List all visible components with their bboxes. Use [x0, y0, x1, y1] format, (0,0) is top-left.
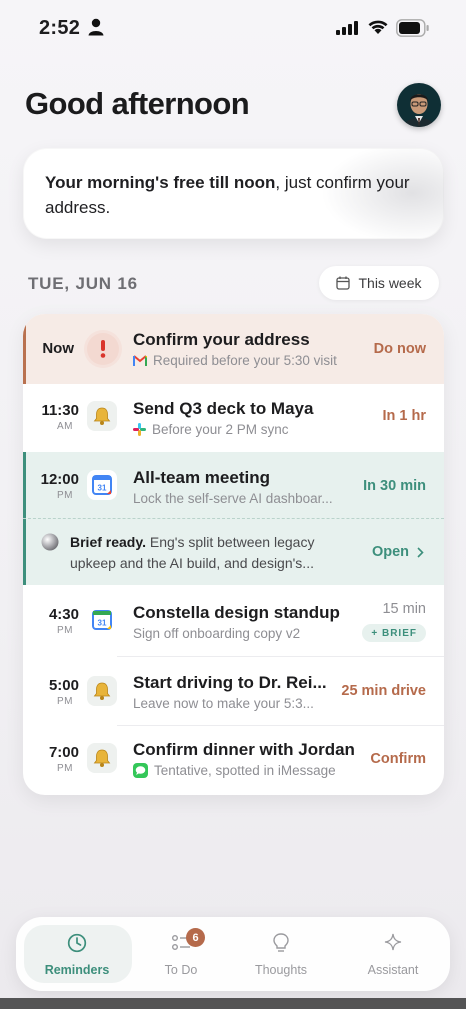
item-subtitle: Required before your 5:30 visit: [133, 353, 337, 368]
item-subtitle-text: Tentative, spotted in iMessage: [154, 763, 336, 778]
svg-text:31: 31: [98, 619, 107, 628]
item-action[interactable]: In 30 min: [363, 478, 426, 494]
item-subtitle: Sign off onboarding copy v2: [133, 626, 300, 641]
tab-assistant[interactable]: Assistant: [338, 917, 448, 991]
google-calendar-icon: 31: [87, 470, 117, 500]
tab-label: Assistant: [367, 963, 419, 977]
item-subtitle: Before your 2 PM sync: [133, 422, 289, 437]
item-subtitle-text: Leave now to make your 5:3...: [133, 696, 314, 711]
sparkle-icon: [384, 933, 402, 951]
item-time: 5:00: [48, 677, 79, 694]
svg-text:31: 31: [98, 484, 107, 493]
item-action[interactable]: 25 min drive: [341, 683, 426, 699]
bell-icon: [87, 401, 117, 431]
brief-text: Brief ready. Eng's split between legacy u…: [70, 532, 350, 574]
reminders-list: Now Confirm your address Required before…: [23, 314, 444, 795]
item-ampm: PM: [57, 763, 73, 774]
chevron-right-icon: [417, 546, 424, 558]
item-duration: 15 min: [382, 601, 426, 617]
summary-card[interactable]: Your morning's free till noon, just conf…: [23, 148, 444, 239]
item-time: 12:00: [40, 471, 79, 488]
this-week-button[interactable]: This week: [319, 266, 439, 300]
list-item[interactable]: 5:00 PM Start driving to Dr. Rei... Leav…: [23, 657, 444, 725]
item-title: Confirm dinner with Jordan: [133, 740, 355, 759]
brief-bold: Brief ready.: [70, 534, 146, 550]
google-calendar-icon: 31: [87, 605, 117, 635]
brief-orb-icon: [41, 533, 59, 551]
tab-reminders[interactable]: Reminders: [22, 917, 132, 991]
wifi-icon: [368, 20, 388, 34]
item-subtitle-text: Lock the self-serve AI dashboar...: [133, 491, 333, 506]
summary-bold: Your morning's free till noon: [45, 173, 276, 192]
greeting-title: Good afternoon: [25, 86, 250, 121]
item-ampm: PM: [57, 625, 73, 636]
imessage-icon: [133, 763, 148, 778]
item-time: 4:30: [48, 606, 79, 623]
todo-count-badge: 6: [186, 928, 205, 947]
bell-icon: [87, 743, 117, 773]
item-subtitle: Tentative, spotted in iMessage: [133, 763, 336, 778]
item-subtitle-text: Sign off onboarding copy v2: [133, 626, 301, 641]
item-title: Send Q3 deck to Maya: [133, 399, 314, 418]
tab-label: To Do: [164, 963, 198, 977]
item-ampm: AM: [57, 421, 73, 432]
list-item[interactable]: 7:00 PM Confirm dinner with Jordan Tenta…: [23, 726, 444, 795]
tab-todo[interactable]: To Do: [126, 917, 236, 991]
item-title: All-team meeting: [133, 468, 270, 487]
item-title: Confirm your address: [133, 330, 310, 349]
item-title: Start driving to Dr. Rei...: [133, 673, 327, 692]
dashed-divider: [23, 518, 444, 519]
avatar-image: [397, 83, 441, 127]
home-indicator-area: [0, 998, 466, 1009]
battery-icon: [396, 19, 429, 37]
tab-thoughts[interactable]: Thoughts: [226, 917, 336, 991]
item-time: 7:00: [48, 744, 79, 761]
clock-icon: [67, 933, 87, 953]
open-label: Open: [371, 544, 409, 560]
brief-tag[interactable]: + BRIEF: [362, 624, 426, 642]
date-label: TUE, JUN 16: [28, 274, 138, 293]
do-now-button[interactable]: Do now: [374, 341, 426, 357]
brief-line2: upkeep and the AI build, and design's...: [70, 555, 314, 571]
tab-label: Thoughts: [254, 963, 308, 977]
gmail-icon: [133, 355, 147, 366]
item-subtitle-text: Required before your 5:30 visit: [153, 353, 337, 368]
item-subtitle: Leave now to make your 5:3...: [133, 696, 314, 711]
item-subtitle-text: Before your 2 PM sync: [152, 422, 289, 437]
item-time: Now: [42, 340, 74, 357]
tab-bar: Reminders To Do Thoughts Assistant: [16, 917, 450, 991]
slack-icon: [133, 423, 146, 436]
avatar[interactable]: [397, 83, 441, 127]
person-icon: [88, 18, 104, 36]
status-time: 2:52: [39, 17, 81, 39]
list-item[interactable]: Now Confirm your address Required before…: [23, 314, 444, 384]
item-ampm: PM: [57, 490, 73, 501]
open-brief-button[interactable]: Open: [372, 544, 424, 560]
item-time: 11:30: [41, 402, 79, 419]
item-title: Constella design standup: [133, 603, 340, 622]
status-bar: 2:52: [0, 0, 466, 56]
item-subtitle: Lock the self-serve AI dashboar...: [133, 491, 333, 506]
brief-line1: Eng's split between legacy: [146, 534, 315, 550]
list-item-meeting[interactable]: 12:00 PM 31 All-team meeting Lock the se…: [23, 452, 444, 585]
this-week-label: This week: [358, 275, 422, 291]
lightbulb-icon: [273, 933, 289, 952]
summary-text: Your morning's free till noon, just conf…: [45, 170, 415, 220]
item-ampm: PM: [57, 696, 73, 707]
tab-label: Reminders: [44, 963, 110, 977]
list-item[interactable]: 4:30 PM 31 Constella design standup Sign…: [23, 585, 444, 657]
calendar-icon: [336, 276, 351, 290]
confirm-button[interactable]: Confirm: [370, 751, 426, 767]
exclamation-icon: [87, 333, 119, 365]
list-item[interactable]: 11:30 AM Send Q3 deck to Maya Before you…: [23, 384, 444, 452]
item-action[interactable]: In 1 hr: [382, 408, 426, 424]
bell-icon: [87, 676, 117, 706]
signal-icon: [336, 21, 358, 35]
